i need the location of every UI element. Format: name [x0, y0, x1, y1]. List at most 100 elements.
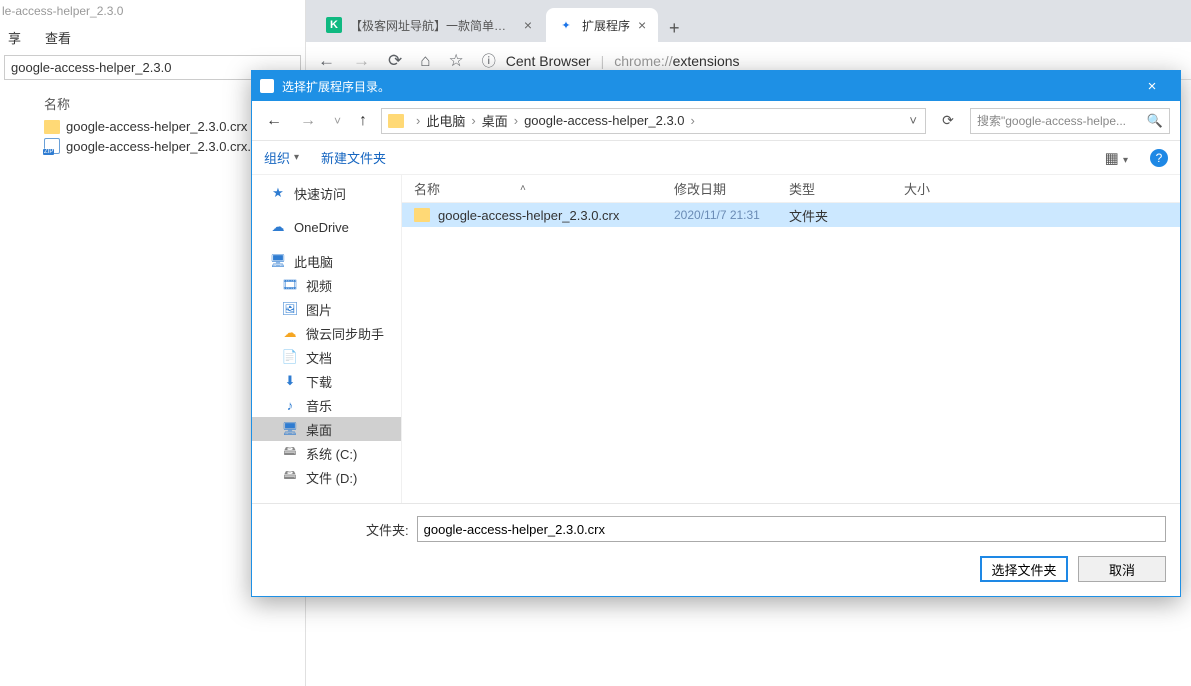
- zip-icon: [44, 138, 60, 154]
- crumb[interactable]: google-access-helper_2.3.0: [524, 113, 684, 128]
- dialog-titlebar[interactable]: 选择扩展程序目录。 ×: [252, 71, 1180, 101]
- sidebar-item-label: 文件 (D:): [306, 468, 357, 487]
- chevron-right-icon: ›: [410, 113, 426, 128]
- folder-path-input[interactable]: [417, 516, 1166, 542]
- search-icon: 🔍: [1147, 113, 1163, 129]
- addr-scheme: chrome://: [614, 53, 672, 69]
- drive-icon: 🖴: [282, 445, 298, 461]
- app-icon: [260, 79, 274, 93]
- file-date: 2020/11/7 21:31: [674, 208, 789, 222]
- organize-menu[interactable]: 组织▾: [264, 148, 299, 167]
- sidebar-item-label: 桌面: [306, 420, 332, 439]
- search-input[interactable]: 搜索"google-access-helpe... 🔍: [970, 108, 1170, 134]
- sidebar-item[interactable]: 📄 文档: [252, 345, 401, 369]
- vid-icon: 🎞: [282, 277, 298, 293]
- new-tab-button[interactable]: +: [660, 14, 688, 42]
- chevron-right-icon: ›: [508, 113, 524, 128]
- dialog-toolbar: 组织▾ 新建文件夹 ▦ ▾ ?: [252, 141, 1180, 175]
- desk-icon: 🖥: [282, 421, 298, 437]
- tab-bar: K 【极客网址导航】一款简单纯净 × ✦ 扩展程序 × +: [306, 0, 1191, 42]
- sidebar-item[interactable]: ♪ 音乐: [252, 393, 401, 417]
- reload-button[interactable]: ⟳: [388, 51, 402, 71]
- nav-forward-button[interactable]: →: [296, 112, 320, 130]
- folder-icon: [44, 120, 60, 134]
- sidebar-item-label: 音乐: [306, 396, 332, 415]
- drive-icon: 🖴: [282, 469, 298, 485]
- sidebar-item-label: 微云同步助手: [306, 324, 384, 343]
- browser-tab-active[interactable]: ✦ 扩展程序 ×: [546, 8, 658, 42]
- separator: |: [601, 53, 605, 69]
- sidebar: ★快速访问☁OneDrive🖥此电脑🎞视频🖼图片☁微云同步助手📄文档⬇下载♪音乐…: [252, 175, 402, 503]
- col-name[interactable]: 名称: [414, 179, 440, 198]
- new-folder-button[interactable]: 新建文件夹: [321, 148, 386, 167]
- cloud-icon: ☁: [270, 219, 286, 235]
- bg-menu-item[interactable]: 查看: [45, 28, 71, 47]
- puzzle-icon: ✦: [558, 17, 574, 33]
- sidebar-item[interactable]: 🖥此电脑: [252, 249, 401, 273]
- sidebar-item[interactable]: ⬇ 下载: [252, 369, 401, 393]
- address-bar[interactable]: ⓘ Cent Browser | chrome://extensions: [482, 51, 740, 71]
- sort-icon: ˄: [520, 183, 526, 194]
- tab-favicon-icon: K: [326, 17, 342, 33]
- nav-back-button[interactable]: ←: [262, 112, 286, 130]
- column-headers: 名称 ˄ 修改日期 类型 大小: [402, 175, 1180, 203]
- folder-icon: [388, 114, 404, 128]
- sidebar-item[interactable]: 🖴 系统 (C:): [252, 441, 401, 465]
- sidebar-item-label: 系统 (C:): [306, 444, 357, 463]
- view-options-button[interactable]: ▦ ▾: [1105, 149, 1128, 167]
- star-button[interactable]: ☆: [449, 51, 464, 71]
- bg-col-name[interactable]: 名称: [44, 94, 70, 113]
- refresh-button[interactable]: ⟳: [936, 112, 960, 129]
- sidebar-item[interactable]: 🖥 桌面: [252, 417, 401, 441]
- bg-menu-item[interactable]: 享: [8, 28, 21, 47]
- folder-icon: [414, 208, 430, 222]
- sidebar-item-label: 下载: [306, 372, 332, 391]
- img-icon: 🖼: [282, 301, 298, 317]
- sidebar-item[interactable]: ★快速访问: [252, 181, 401, 205]
- dialog-nav: ← → ˅ ↑ › 此电脑 › 桌面 › google-access-helpe…: [252, 101, 1180, 141]
- col-date[interactable]: 修改日期: [674, 179, 789, 198]
- addr-app: Cent Browser: [506, 53, 591, 69]
- sidebar-item[interactable]: ☁微云同步助手: [252, 321, 401, 345]
- select-folder-button[interactable]: 选择文件夹: [980, 556, 1068, 582]
- dialog-title: 选择扩展程序目录。: [282, 78, 390, 95]
- search-placeholder: 搜索"google-access-helpe...: [977, 112, 1126, 129]
- help-button[interactable]: ?: [1150, 149, 1168, 167]
- cancel-button[interactable]: 取消: [1078, 556, 1166, 582]
- crumb[interactable]: 此电脑: [426, 111, 465, 130]
- nav-up-button[interactable]: ↑: [355, 112, 371, 130]
- info-icon[interactable]: ⓘ: [482, 51, 496, 71]
- crumb[interactable]: 桌面: [482, 111, 508, 130]
- col-type[interactable]: 类型: [789, 179, 904, 198]
- sidebar-item[interactable]: 🖼 图片: [252, 297, 401, 321]
- dl-icon: ⬇: [282, 373, 298, 389]
- dropdown-icon[interactable]: ˅: [905, 113, 921, 128]
- folder-field-label: 文件夹:: [266, 520, 409, 539]
- col-size[interactable]: 大小: [904, 179, 984, 198]
- sidebar-item[interactable]: 🎞 视频: [252, 273, 401, 297]
- breadcrumb[interactable]: › 此电脑 › 桌面 › google-access-helper_2.3.0 …: [381, 108, 926, 134]
- home-button[interactable]: ⌂: [420, 51, 430, 71]
- forward-button[interactable]: →: [353, 51, 370, 71]
- folder-picker-dialog: 选择扩展程序目录。 × ← → ˅ ↑ › 此电脑 › 桌面 › google-…: [251, 70, 1181, 597]
- close-icon[interactable]: ×: [524, 17, 532, 33]
- file-list: 名称 ˄ 修改日期 类型 大小 google-access-helper_2.3.…: [402, 175, 1180, 503]
- browser-tab[interactable]: K 【极客网址导航】一款简单纯净 ×: [314, 8, 544, 42]
- file-name: google-access-helper_2.3.0.crx: [438, 208, 619, 223]
- music-icon: ♪: [282, 397, 298, 413]
- addr-path: extensions: [673, 53, 740, 69]
- close-button[interactable]: ×: [1132, 78, 1172, 95]
- doc-icon: 📄: [282, 349, 298, 365]
- star-icon: ★: [270, 185, 286, 201]
- sidebar-item-label: 视频: [306, 276, 332, 295]
- sidebar-item-label: 图片: [306, 300, 332, 319]
- tab-label: 【极客网址导航】一款简单纯净: [350, 17, 516, 34]
- pc-icon: 🖥: [270, 253, 286, 269]
- back-button[interactable]: ←: [318, 51, 335, 71]
- close-icon[interactable]: ×: [638, 17, 646, 33]
- sidebar-item-label: 文档: [306, 348, 332, 367]
- chevron-down-icon[interactable]: ˅: [330, 114, 345, 128]
- file-row[interactable]: google-access-helper_2.3.0.crx 2020/11/7…: [402, 203, 1180, 227]
- sidebar-item[interactable]: 🖴 文件 (D:): [252, 465, 401, 489]
- sidebar-item[interactable]: ☁OneDrive: [252, 215, 401, 239]
